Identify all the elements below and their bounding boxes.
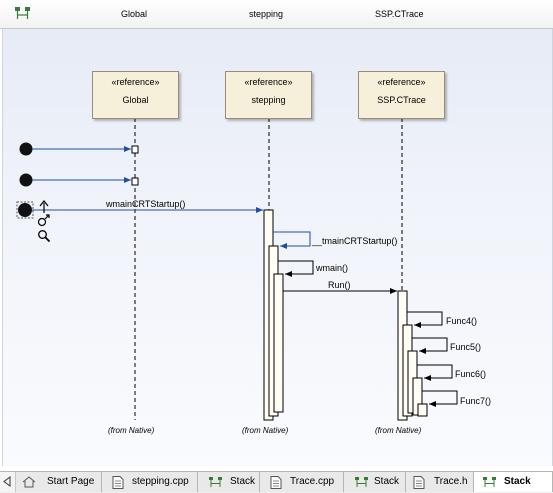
- lifeline-head-stepping[interactable]: «reference» stepping: [225, 71, 312, 119]
- tab-scroll-left-button[interactable]: [0, 472, 16, 492]
- activation-global-1: [131, 145, 139, 154]
- activation-ssp-ctrace-5: [417, 403, 428, 417]
- found-message-dot-1[interactable]: [19, 142, 33, 156]
- sequence-diagram-icon: [483, 477, 496, 487]
- header-column-global: Global: [121, 9, 148, 19]
- lifeline-origin-stepping: (from Native): [242, 426, 289, 435]
- tab-start-page[interactable]: Start Page: [16, 472, 102, 492]
- lifeline-stereotype: «reference»: [377, 77, 426, 87]
- message-label-func7: Func7(): [460, 396, 492, 406]
- found-message-dot-2[interactable]: [19, 173, 33, 187]
- tab-label: Trace.cpp: [290, 476, 335, 487]
- message-label-run: Run(): [328, 280, 351, 290]
- self-message-func7[interactable]: [422, 390, 458, 407]
- tab-label: Stack: [230, 476, 256, 487]
- sequence-diagram-icon: [355, 477, 368, 487]
- message-label-wmain: wmain(): [316, 263, 349, 273]
- lifeline-stereotype: «reference»: [244, 77, 293, 87]
- tab-bar: Start Page stepping.cpp Stack Trace.cpp …: [0, 471, 553, 493]
- gender-symbol-icon[interactable]: [37, 214, 51, 227]
- lifeline-head-ssp-ctrace[interactable]: «reference» SSP.CTrace: [358, 71, 445, 119]
- sequence-diagram-icon: [15, 7, 30, 19]
- self-message-func6[interactable]: [417, 364, 453, 381]
- lifeline-name: SSP.CTrace: [377, 95, 426, 105]
- start-page-icon: [22, 476, 36, 488]
- lifeline-origin-ssp-ctrace: (from Native): [375, 426, 422, 435]
- tab-label: Stack: [374, 476, 400, 487]
- message-label-func5: Func5(): [450, 342, 482, 352]
- triangle-left-icon: [3, 476, 11, 487]
- self-message-wmain[interactable]: [278, 260, 314, 277]
- header-column-stepping: stepping: [249, 9, 284, 19]
- activation-global-2: [131, 177, 139, 186]
- tab-stepping-cpp[interactable]: stepping.cpp: [102, 472, 198, 492]
- self-message-func4[interactable]: [407, 311, 443, 328]
- tab-stack-1[interactable]: Stack: [198, 472, 260, 492]
- lifeline-origin-global: (from Native): [108, 426, 155, 435]
- tab-stack-2[interactable]: Stack: [344, 472, 406, 492]
- tab-trace-cpp[interactable]: Trace.cpp: [260, 472, 344, 492]
- document-icon: [413, 476, 425, 489]
- sequence-diagram-window: Global stepping SSP.CTrace «reference» G…: [0, 0, 553, 493]
- self-message-func5[interactable]: [412, 337, 448, 354]
- message-label-tmaincrtstartup: __tmainCRTStartup(): [312, 236, 398, 246]
- lifeline-head-global[interactable]: «reference» Global: [92, 71, 179, 119]
- tab-label: Start Page: [47, 476, 95, 487]
- message-label-func6: Func6(): [455, 369, 487, 379]
- sequence-diagram-icon: [209, 477, 222, 487]
- actor-up-arrow-icon[interactable]: [38, 200, 50, 214]
- document-icon: [112, 476, 124, 489]
- tab-label: stepping.cpp: [132, 476, 189, 487]
- self-message-tmaincrtstartup[interactable]: [273, 231, 311, 249]
- message-label-func4: Func4(): [446, 316, 478, 326]
- tab-label: Stack: [504, 476, 531, 487]
- tab-label: Trace.h: [434, 476, 468, 487]
- found-message-dot-selected[interactable]: [18, 203, 32, 217]
- activation-stepping-3: [273, 273, 284, 413]
- magnifier-icon[interactable]: [37, 229, 51, 243]
- tab-trace-h[interactable]: Trace.h: [406, 472, 474, 492]
- lifeline-name: Global: [122, 95, 149, 105]
- message-label-wmaincrtstartup: wmainCRTStartup(): [106, 199, 186, 209]
- document-icon: [270, 476, 282, 489]
- lifeline-name: stepping: [251, 95, 286, 105]
- lifeline-stereotype: «reference»: [111, 77, 160, 87]
- tab-stack-active[interactable]: Stack: [474, 472, 553, 492]
- header-column-ssp-ctrace: SSP.CTrace: [375, 9, 424, 19]
- diagram-header: Global stepping SSP.CTrace: [0, 0, 553, 29]
